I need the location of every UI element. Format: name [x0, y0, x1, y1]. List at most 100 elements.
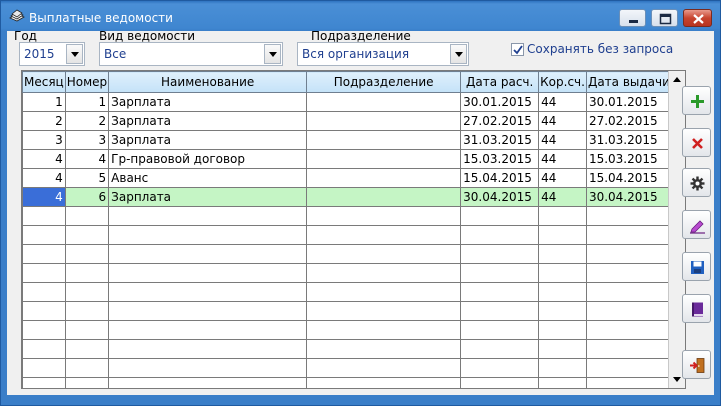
- cell-account[interactable]: 44: [538, 168, 587, 188]
- empty-cell[interactable]: [538, 377, 587, 388]
- save-button[interactable]: [682, 252, 711, 281]
- table-row[interactable]: 1 1 Зарплата 30.01.2015 44 30.01.2015: [22, 92, 682, 112]
- empty-table-row[interactable]: [22, 358, 682, 378]
- empty-cell[interactable]: [585, 320, 672, 340]
- col-pay-date-header[interactable]: Дата выдачи: [585, 71, 672, 93]
- empty-cell[interactable]: [460, 263, 540, 283]
- empty-cell[interactable]: [64, 377, 110, 388]
- empty-cell[interactable]: [306, 206, 462, 226]
- empty-table-row[interactable]: [22, 263, 682, 283]
- save-without-prompt-label[interactable]: Сохранять без запроса: [527, 42, 673, 56]
- empty-cell[interactable]: [460, 206, 540, 226]
- col-month-header[interactable]: Месяц: [22, 71, 66, 93]
- empty-cell[interactable]: [22, 301, 66, 321]
- empty-cell[interactable]: [538, 225, 587, 245]
- empty-cell[interactable]: [460, 282, 540, 302]
- empty-cell[interactable]: [108, 282, 308, 302]
- cell-dept[interactable]: [306, 130, 462, 150]
- minimize-button[interactable]: [619, 9, 646, 27]
- cell-account[interactable]: 44: [538, 111, 587, 131]
- col-number-header[interactable]: Номер: [64, 71, 110, 93]
- empty-cell[interactable]: [22, 263, 66, 283]
- cell-pay-date[interactable]: 30.04.2015: [585, 187, 672, 207]
- empty-cell[interactable]: [538, 358, 587, 378]
- empty-cell[interactable]: [538, 320, 587, 340]
- empty-cell[interactable]: [585, 301, 672, 321]
- empty-cell[interactable]: [585, 339, 672, 359]
- empty-cell[interactable]: [22, 206, 66, 226]
- empty-table-row[interactable]: [22, 377, 682, 388]
- empty-cell[interactable]: [22, 358, 66, 378]
- cell-month[interactable]: 4: [22, 187, 66, 207]
- col-dept-header[interactable]: Подразделение: [306, 71, 462, 93]
- table-row[interactable]: 2 2 Зарплата 27.02.2015 44 27.02.2015: [22, 111, 682, 131]
- empty-cell[interactable]: [460, 358, 540, 378]
- type-select[interactable]: Все: [99, 42, 283, 66]
- empty-cell[interactable]: [460, 339, 540, 359]
- col-account-header[interactable]: Кор.сч.: [538, 71, 587, 93]
- empty-cell[interactable]: [538, 301, 587, 321]
- empty-cell[interactable]: [585, 206, 672, 226]
- cell-calc-date[interactable]: 30.04.2015: [460, 187, 540, 207]
- cell-account[interactable]: 44: [538, 149, 587, 169]
- empty-cell[interactable]: [22, 320, 66, 340]
- empty-cell[interactable]: [306, 282, 462, 302]
- cell-number[interactable]: 2: [64, 111, 110, 131]
- empty-cell[interactable]: [306, 263, 462, 283]
- cell-calc-date[interactable]: 30.01.2015: [460, 92, 540, 112]
- empty-cell[interactable]: [108, 320, 308, 340]
- empty-cell[interactable]: [585, 244, 672, 264]
- empty-table-row[interactable]: [22, 320, 682, 340]
- cell-number[interactable]: 4: [64, 149, 110, 169]
- empty-cell[interactable]: [108, 263, 308, 283]
- cell-name[interactable]: Зарплата: [108, 130, 308, 150]
- settings-button[interactable]: [682, 168, 711, 197]
- cell-account[interactable]: 44: [538, 92, 587, 112]
- empty-cell[interactable]: [64, 301, 110, 321]
- empty-cell[interactable]: [585, 263, 672, 283]
- empty-cell[interactable]: [22, 282, 66, 302]
- empty-cell[interactable]: [306, 358, 462, 378]
- table-row[interactable]: 3 3 Зарплата 31.03.2015 44 31.03.2015: [22, 130, 682, 150]
- cell-dept[interactable]: [306, 92, 462, 112]
- cell-dept[interactable]: [306, 168, 462, 188]
- cell-month[interactable]: 3: [22, 130, 66, 150]
- empty-cell[interactable]: [585, 358, 672, 378]
- book-button[interactable]: [682, 294, 711, 323]
- empty-cell[interactable]: [22, 244, 66, 264]
- cell-calc-date[interactable]: 15.04.2015: [460, 168, 540, 188]
- cell-pay-date[interactable]: 15.03.2015: [585, 149, 672, 169]
- empty-table-row[interactable]: [22, 339, 682, 359]
- empty-cell[interactable]: [538, 339, 587, 359]
- year-select[interactable]: 2015: [19, 42, 85, 66]
- cell-pay-date[interactable]: 30.01.2015: [585, 92, 672, 112]
- save-without-prompt-checkbox[interactable]: [511, 43, 524, 56]
- cell-number[interactable]: 3: [64, 130, 110, 150]
- empty-cell[interactable]: [108, 244, 308, 264]
- empty-cell[interactable]: [64, 320, 110, 340]
- table-row[interactable]: 4 6 Зарплата 30.04.2015 44 30.04.2015: [22, 187, 682, 207]
- table-row[interactable]: 4 4 Гр-правовой договор 15.03.2015 44 15.03.2…: [22, 149, 682, 169]
- cell-month[interactable]: 2: [22, 111, 66, 131]
- cell-dept[interactable]: [306, 111, 462, 131]
- empty-table-row[interactable]: [22, 282, 682, 302]
- dept-dropdown-arrow[interactable]: [450, 44, 467, 64]
- empty-cell[interactable]: [64, 263, 110, 283]
- empty-cell[interactable]: [306, 320, 462, 340]
- empty-cell[interactable]: [538, 282, 587, 302]
- cell-account[interactable]: 44: [538, 187, 587, 207]
- empty-table-row[interactable]: [22, 301, 682, 321]
- year-dropdown-arrow[interactable]: [66, 44, 83, 64]
- empty-table-row[interactable]: [22, 225, 682, 245]
- empty-cell[interactable]: [108, 377, 308, 388]
- empty-cell[interactable]: [538, 244, 587, 264]
- cell-name[interactable]: Аванс: [108, 168, 308, 188]
- col-calc-date-header[interactable]: Дата расч.: [460, 71, 540, 93]
- exit-button[interactable]: [682, 350, 711, 379]
- empty-cell[interactable]: [108, 301, 308, 321]
- empty-table-row[interactable]: [22, 206, 682, 226]
- empty-cell[interactable]: [22, 225, 66, 245]
- cell-month[interactable]: 4: [22, 168, 66, 188]
- cell-name[interactable]: Зарплата: [108, 187, 308, 207]
- empty-cell[interactable]: [538, 206, 587, 226]
